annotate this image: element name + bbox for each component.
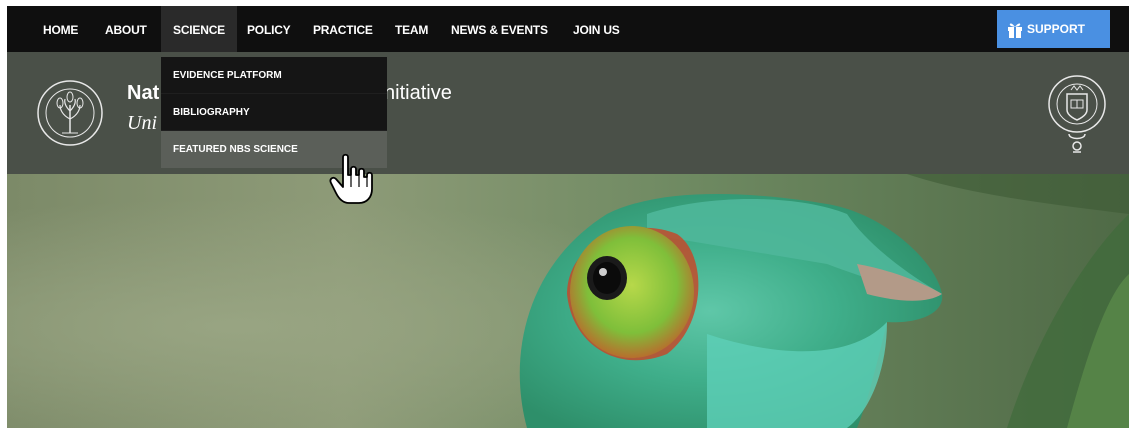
browser-viewport: HOME ABOUT SCIENCE POLICY PRACTICE TEAM … (7, 6, 1129, 428)
support-button[interactable]: SUPPORT (997, 10, 1110, 48)
nav-item-home[interactable]: HOME (33, 6, 88, 52)
dropdown-item-evidence-platform[interactable]: EVIDENCE PLATFORM (161, 57, 387, 94)
nav-item-news-events[interactable]: NEWS & EVENTS (441, 6, 558, 52)
dropdown-item-bibliography[interactable]: BIBLIOGRAPHY (161, 94, 387, 131)
hero-image (7, 174, 1129, 428)
chameleon-photo (7, 174, 1129, 428)
site-title-partial[interactable]: Nat (127, 82, 159, 105)
nav-item-about[interactable]: ABOUT (95, 6, 157, 52)
nav-item-practice[interactable]: PRACTICE (303, 6, 383, 52)
science-dropdown-menu: EVIDENCE PLATFORM BIBLIOGRAPHY FEATURED … (161, 57, 387, 168)
support-button-label: SUPPORT (1027, 22, 1086, 36)
nav-item-science[interactable]: SCIENCE (161, 6, 237, 52)
tree-seal-icon[interactable] (36, 79, 104, 147)
hand-pointer-icon (329, 153, 373, 204)
university-crest-icon[interactable] (1047, 72, 1107, 162)
site-subtitle-partial: Uni (127, 112, 157, 134)
top-navigation-bar: HOME ABOUT SCIENCE POLICY PRACTICE TEAM … (7, 6, 1129, 52)
nav-item-policy[interactable]: POLICY (237, 6, 300, 52)
nav-item-join-us[interactable]: JOIN US (563, 6, 630, 52)
gift-icon (1008, 23, 1022, 38)
nav-item-team[interactable]: TEAM (385, 6, 438, 52)
site-title-visible-end[interactable]: nitiative (384, 82, 452, 105)
